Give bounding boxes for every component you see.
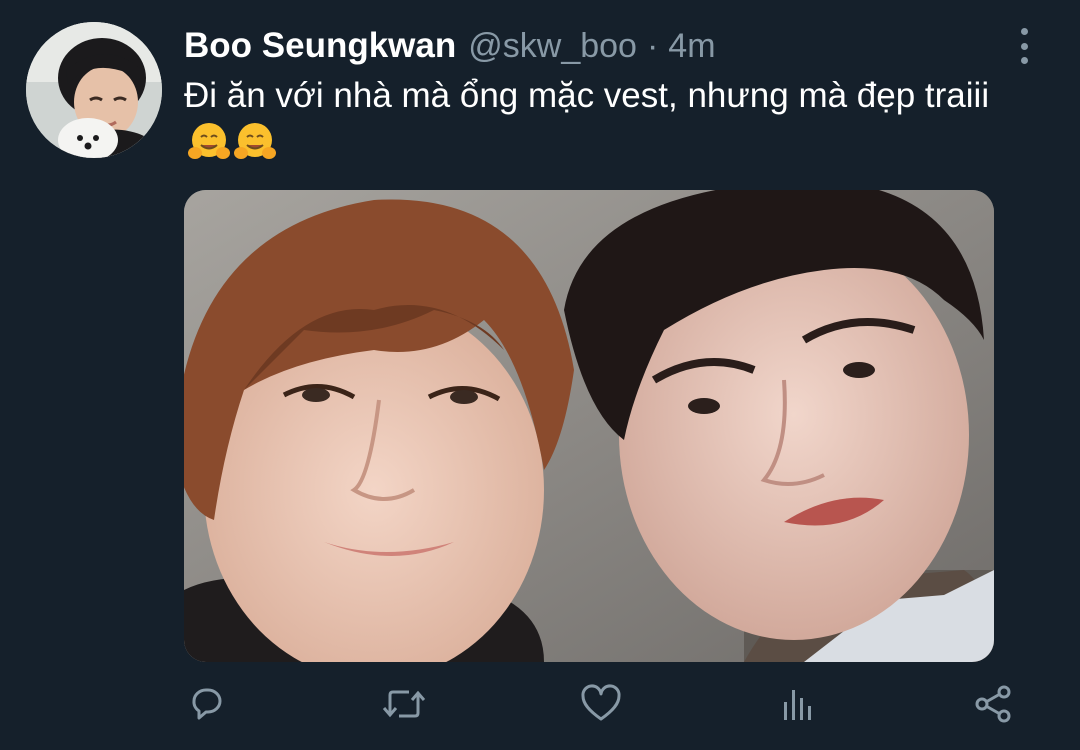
tweet-header: Boo Seungkwan @skw_boo · 4m bbox=[184, 26, 716, 70]
share-button[interactable] bbox=[970, 680, 1018, 728]
more-vertical-icon bbox=[1020, 28, 1028, 35]
tweet-text: Đi ăn với nhà mà ổng mặc vest, nhưng mà … bbox=[184, 72, 1014, 168]
avatar[interactable] bbox=[26, 22, 162, 158]
photo-two-people bbox=[184, 190, 994, 662]
hugging-face-emoji bbox=[188, 123, 230, 159]
user-handle[interactable]: @skw_boo bbox=[468, 27, 637, 66]
display-name[interactable]: Boo Seungkwan bbox=[184, 26, 456, 66]
analytics-icon bbox=[784, 690, 811, 720]
reply-button[interactable] bbox=[182, 680, 230, 728]
tweet[interactable]: Boo Seungkwan @skw_boo · 4m Đi ăn với nh… bbox=[0, 0, 1080, 750]
like-button[interactable] bbox=[577, 680, 625, 728]
heart-icon bbox=[581, 684, 621, 721]
retweet-button[interactable] bbox=[380, 680, 428, 728]
share-icon bbox=[975, 685, 1011, 723]
reply-icon bbox=[192, 688, 222, 720]
tweet-photo[interactable] bbox=[184, 190, 994, 662]
more-options-button[interactable] bbox=[1008, 26, 1040, 66]
more-dot bbox=[1020, 42, 1028, 50]
separator-dot: · bbox=[646, 27, 659, 65]
hugging-face-emoji bbox=[234, 123, 276, 159]
retweet-icon bbox=[382, 690, 426, 718]
more-dot bbox=[1020, 57, 1028, 64]
analytics-button[interactable] bbox=[773, 680, 821, 728]
tweet-action-bar bbox=[0, 680, 1080, 730]
tweet-text-content: Đi ăn với nhà mà ổng mặc vest, nhưng mà … bbox=[184, 76, 990, 115]
avatar-image bbox=[26, 22, 162, 158]
timestamp[interactable]: 4m bbox=[668, 27, 715, 66]
